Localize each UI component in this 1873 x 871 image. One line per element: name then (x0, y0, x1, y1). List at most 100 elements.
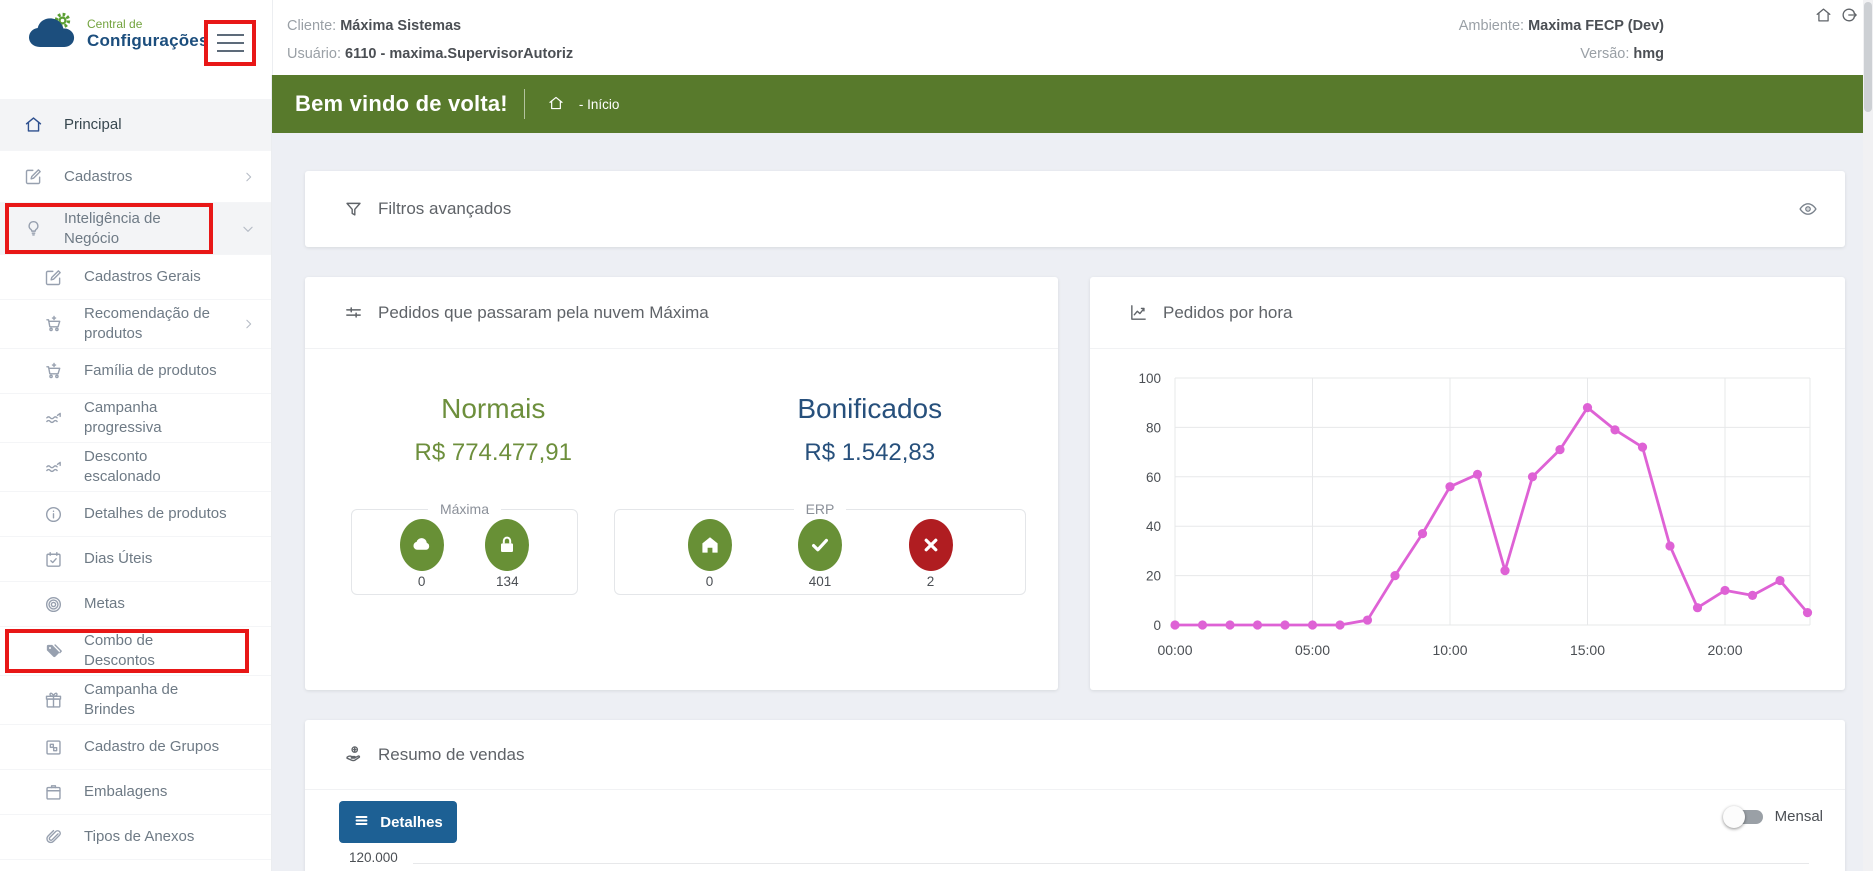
sidebar-item-label: Cadastros (64, 167, 209, 187)
erp-status-row: 04012 (621, 519, 1019, 589)
normal-orders-label: Normais (305, 393, 682, 425)
user-value: 6110 - maxima.SupervisorAutoriz (345, 46, 573, 62)
sales-summary-title: Resumo de vendas (378, 745, 524, 765)
eye-icon[interactable] (1797, 198, 1819, 220)
status-count: 0 (688, 574, 732, 589)
sidebar-item-label: Detalhes de produtos (84, 504, 227, 524)
lightbulb-icon (22, 218, 44, 240)
client-value: Máxima Sistemas (340, 18, 461, 34)
sidebar-toggle-button[interactable] (204, 20, 256, 66)
maxima-group-legend: Máxima (428, 501, 501, 517)
maxima-status-row: 0134 (358, 519, 571, 589)
sidebar-item-tipos-de-anexos[interactable]: Tipos de Anexos (0, 815, 271, 860)
chart-card-title: Pedidos por hora (1163, 303, 1292, 323)
sidebar-item-label: Principal (64, 115, 209, 135)
sidebar-item-cadastros[interactable]: Cadastros (0, 151, 271, 203)
session-environment-info: Ambiente: Maxima FECP (Dev) Versão: hmg (1459, 12, 1664, 68)
waves-icon (42, 407, 64, 429)
cart-plus-icon (42, 360, 64, 382)
sidebar-item-label: Embalagens (84, 782, 227, 802)
monthly-toggle[interactable] (1727, 810, 1763, 824)
maxima-status-group: Máxima 0134 (351, 501, 578, 595)
sidebar-item-desconto-escalonado[interactable]: Desconto escalonado (0, 443, 271, 492)
environment-label: Ambiente: (1459, 18, 1524, 34)
sidebar-item-familia-de-produtos[interactable]: Família de produtos (0, 349, 271, 394)
sidebar-item-label: Dias Úteis (84, 549, 227, 569)
sidebar-item-label: Cadastros Gerais (84, 267, 227, 287)
orders-amounts: Normais R$ 774.477,91 Bonificados R$ 1.5… (305, 393, 1058, 467)
normal-orders: Normais R$ 774.477,91 (305, 393, 682, 467)
app-logo[interactable]: Central de Configurações (26, 11, 209, 56)
target-icon (42, 593, 64, 615)
sidebar-item-dias-uteis[interactable]: Dias Úteis (0, 537, 271, 582)
page-scrollbar[interactable] (1863, 0, 1873, 871)
home-icon (22, 114, 44, 136)
sidebar-item-detalhes-de-produtos[interactable]: Detalhes de produtos (0, 492, 271, 537)
sidebar-item-cadastros-gerais[interactable]: Cadastros Gerais (0, 255, 271, 300)
sidebar-item-campanha-de-brindes[interactable]: Campanha de Brindes (0, 676, 271, 725)
svg-text:10:00: 10:00 (1432, 642, 1467, 658)
logo-line2: Configurações (87, 31, 209, 51)
orders-card: Pedidos que passaram pela nuvem Máxima N… (305, 277, 1058, 690)
svg-text:00:00: 00:00 (1157, 642, 1192, 658)
sidebar-item-recomendacao-de-produtos[interactable]: Recomendação de produtos (0, 300, 271, 349)
orders-card-header: Pedidos que passaram pela nuvem Máxima (305, 277, 1058, 349)
sidebar: Principal Cadastros Inteligência de Negóci… (0, 75, 272, 871)
cloud-icon (400, 519, 444, 571)
sidebar-item-label: Campanha de Brindes (84, 680, 227, 720)
cart-plus-icon (42, 313, 64, 335)
bonus-orders: Bonificados R$ 1.542,83 (682, 393, 1059, 467)
svg-text:20:00: 20:00 (1707, 642, 1742, 658)
status-lock-indicator: 134 (485, 519, 529, 589)
app: Central de Configurações Cliente: Máxima… (0, 0, 1873, 871)
orders-status-groups: Máxima 0134 ERP 04012 (351, 501, 1058, 595)
sidebar-item-embalagens[interactable]: Embalagens (0, 770, 271, 815)
svg-text:05:00: 05:00 (1295, 642, 1330, 658)
sidebar-item-combo-de-descontos[interactable]: Combo de Descontos (0, 627, 271, 676)
check-icon (798, 519, 842, 571)
sidebar-item-inteligencia-de-negocio[interactable]: Inteligência de Negócio (0, 203, 271, 255)
funnel-icon (343, 199, 364, 220)
tags-icon (42, 640, 64, 662)
svg-text:20: 20 (1146, 569, 1161, 584)
monthly-toggle-row: Mensal (1727, 808, 1823, 825)
home-icon (688, 519, 732, 571)
sidebar-item-principal[interactable]: Principal (0, 99, 271, 151)
breadcrumb-label: - Início (579, 97, 620, 112)
group-icon (42, 736, 64, 758)
scrollbar-thumb[interactable] (1864, 2, 1872, 112)
home-icon[interactable] (1814, 4, 1833, 31)
package-icon (42, 781, 64, 803)
sidebar-item-label: Metas (84, 594, 227, 614)
details-button[interactable]: Detalhes (339, 801, 457, 843)
sidebar-item-label: Campanha progressiva (84, 398, 227, 438)
environment-value: Maxima FECP (Dev) (1528, 18, 1664, 34)
svg-text:60: 60 (1146, 470, 1161, 485)
pedidos-por-hora-chart: 02040608010000:0005:0010:0015:0020:00 (1090, 349, 1845, 690)
breadcrumb[interactable]: - Início (547, 94, 620, 115)
bonus-orders-value: R$ 1.542,83 (682, 439, 1059, 467)
filters-title: Filtros avançados (378, 199, 511, 219)
svg-text:15:00: 15:00 (1570, 642, 1605, 658)
dashboard-cards-row: Pedidos que passaram pela nuvem Máxima N… (305, 277, 1845, 690)
status-home-indicator: 0 (688, 519, 732, 589)
normal-orders-value: R$ 774.477,91 (305, 439, 682, 467)
info-icon (42, 503, 64, 525)
chart-card-header: Pedidos por hora (1090, 277, 1845, 349)
sidebar-item-metas[interactable]: Metas (0, 582, 271, 627)
version-value: hmg (1633, 46, 1664, 62)
erp-group-legend: ERP (794, 501, 847, 517)
sidebar-item-campanha-progressiva[interactable]: Campanha progressiva (0, 394, 271, 443)
sidebar-item-label: Combo de Descontos (84, 631, 227, 671)
logout-icon[interactable] (1839, 4, 1859, 31)
sales-summary-header: Resumo de vendas (305, 720, 1845, 790)
sales-summary-panel: Resumo de vendas Detalhes 120.000 Mensal (305, 720, 1845, 871)
erp-status-group: ERP 04012 (614, 501, 1026, 595)
status-count: 2 (909, 574, 953, 589)
sidebar-item-cadastro-de-grupos[interactable]: Cadastro de Grupos (0, 725, 271, 770)
session-client-info: Cliente: Máxima Sistemas Usuário: 6110 -… (287, 12, 573, 68)
sidebar-item-label: Recomendação de produtos (84, 304, 227, 344)
x-icon (909, 519, 953, 571)
svg-text:0: 0 (1153, 618, 1161, 633)
top-bar: Central de Configurações Cliente: Máxima… (0, 0, 1873, 75)
